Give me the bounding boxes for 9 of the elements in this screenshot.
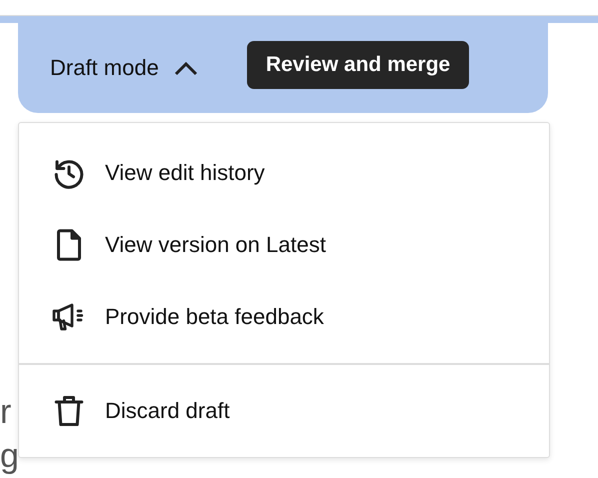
chevron-icon[interactable] <box>172 59 199 77</box>
menu-item[interactable]: View edit history <box>19 137 549 209</box>
menu-item[interactable]: View version on Latest <box>19 209 549 281</box>
draft-mode-label[interactable]: Draft mode <box>50 55 159 81</box>
review-and-merge-button[interactable]: Review and merge <box>246 41 470 89</box>
body-text: r <box>0 393 12 431</box>
body-text: g <box>0 437 19 475</box>
menu-item[interactable]: Discard draft <box>19 375 549 447</box>
menu-item[interactable]: Provide beta feedback <box>19 281 549 353</box>
